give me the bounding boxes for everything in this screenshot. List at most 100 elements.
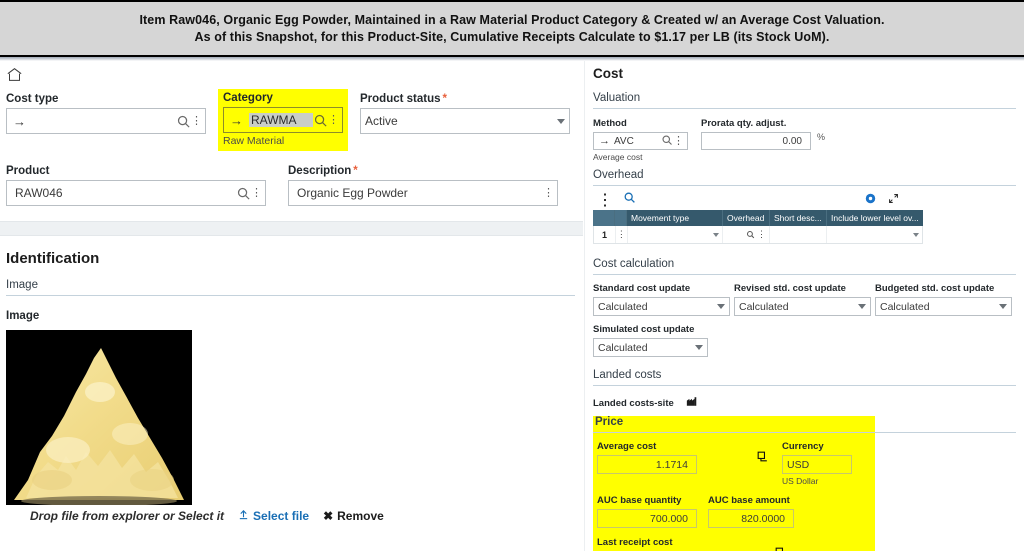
factory-icon[interactable] — [686, 394, 698, 412]
field-last-receipt-cost: Last receipt cost 1.2500 — [597, 537, 697, 551]
revised-cost-update-value: Calculated — [739, 300, 789, 313]
currency-input[interactable]: USD — [782, 455, 852, 474]
product-label: Product — [6, 165, 50, 177]
auc-base-quantity-value: 700.000 — [650, 512, 688, 525]
kebab-icon[interactable]: ⋮ — [191, 115, 202, 126]
cell-short-desc[interactable] — [770, 226, 827, 243]
drop-hint: Drop file from explorer or Select it — [30, 509, 225, 523]
average-cost-label: Average cost — [597, 441, 657, 452]
field-simulated-cost-update: Simulated cost update Calculated — [593, 324, 708, 357]
grid-col-movement-type[interactable]: Movement type — [627, 210, 723, 226]
arrow-right-icon[interactable]: → — [598, 135, 614, 147]
last-receipt-cost-drill-down-icon[interactable] — [775, 545, 786, 551]
field-product: Product RAW046 ⋮ — [6, 165, 266, 206]
prorata-unit: % — [817, 132, 826, 142]
product-status-select[interactable]: Active — [360, 108, 570, 134]
product-detail-panel: Cost type → ⋮ Category → RAWMA ⋮ Raw Mat… — [0, 61, 583, 551]
field-cost-type: Cost type → ⋮ — [6, 93, 206, 134]
cost-panel: Cost Valuation Method → AVC ⋮ Average co… — [584, 61, 1024, 551]
kebab-icon[interactable]: ⋮ — [328, 114, 339, 125]
field-budgeted-cost-update: Budgeted std. cost update Calculated — [875, 283, 1012, 316]
category-input[interactable]: → RAWMA ⋮ — [223, 107, 343, 133]
search-icon[interactable] — [623, 191, 636, 209]
category-label: Category — [223, 92, 273, 104]
grid-col-include-lower[interactable]: Include lower level ov... — [827, 210, 923, 226]
search-icon[interactable] — [176, 114, 191, 129]
remove-button[interactable]: ✖ Remove — [323, 509, 384, 523]
price-row-2: AUC base quantity 700.000 AUC base amoun… — [593, 495, 1016, 528]
identification-title: Identification — [6, 250, 100, 267]
simulated-cost-update-value: Calculated — [598, 341, 648, 354]
chevron-down-icon[interactable] — [695, 345, 703, 350]
revised-cost-update-select[interactable]: Calculated — [734, 297, 871, 316]
table-row[interactable]: 1 ⋮ ⋮ — [593, 226, 923, 244]
cell-include-lower[interactable] — [827, 226, 922, 243]
expand-icon[interactable] — [888, 191, 899, 209]
form-row-2: Product RAW046 ⋮ Description * Organic E… — [0, 163, 583, 206]
auc-base-amount-input[interactable]: 820.0000 — [708, 509, 794, 528]
method-note: Average cost — [593, 152, 643, 162]
annotation-banner: Item Raw046, Organic Egg Powder, Maintai… — [0, 0, 1024, 57]
section-divider — [0, 221, 583, 236]
kebab-icon[interactable]: ⋮ — [543, 187, 554, 198]
field-standard-cost-update: Standard cost update Calculated — [593, 283, 730, 316]
overhead-section-label: Overhead — [593, 169, 1016, 186]
method-label: Method — [593, 118, 627, 129]
form-row-1: Cost type → ⋮ Category → RAWMA ⋮ Raw Mat… — [0, 89, 583, 151]
grid-col-select — [593, 210, 615, 226]
prorata-input[interactable]: 0.00 — [701, 132, 811, 150]
kebab-icon[interactable]: ⋮ — [617, 229, 626, 240]
file-drop-row: Drop file from explorer or Select it Sel… — [6, 509, 577, 523]
image-field-label: Image — [6, 310, 40, 322]
simulated-cost-update-select[interactable]: Calculated — [593, 338, 708, 357]
chevron-down-icon[interactable] — [557, 118, 565, 124]
prorata-label: Prorata qty. adjust. — [701, 118, 787, 129]
field-description: Description * Organic Egg Powder ⋮ — [288, 165, 558, 206]
kebab-icon[interactable]: ⋮ — [251, 187, 262, 198]
cell-overhead[interactable]: ⋮ — [723, 226, 770, 243]
chevron-down-icon[interactable] — [713, 232, 720, 237]
search-icon[interactable] — [236, 186, 251, 201]
cell-movement-type[interactable] — [628, 226, 724, 243]
budgeted-cost-update-select[interactable]: Calculated — [875, 297, 1012, 316]
arrow-right-icon[interactable]: → — [228, 113, 249, 128]
category-note: Raw Material — [223, 135, 285, 147]
chevron-down-icon[interactable] — [858, 304, 866, 309]
required-marker: * — [442, 93, 447, 105]
chevron-down-icon[interactable] — [717, 304, 725, 309]
home-icon[interactable] — [6, 67, 23, 82]
auc-base-amount-value: 820.0000 — [741, 512, 785, 525]
chevron-down-icon[interactable] — [912, 232, 919, 237]
cost-type-label: Cost type — [6, 93, 59, 105]
search-icon[interactable] — [661, 134, 673, 149]
kebab-icon[interactable]: ⋮ — [673, 135, 684, 146]
row-number: 1 — [594, 226, 616, 243]
cost-type-input[interactable]: → ⋮ — [6, 108, 206, 134]
auc-base-quantity-input[interactable]: 700.000 — [597, 509, 697, 528]
chevron-down-icon[interactable] — [999, 304, 1007, 309]
budgeted-cost-update-value: Calculated — [880, 300, 930, 313]
field-revised-cost-update: Revised std. cost update Calculated — [734, 283, 871, 316]
valuation-row: Method → AVC ⋮ Average cost Prorata qty.… — [593, 118, 1016, 162]
select-file-button[interactable]: Select file — [238, 509, 309, 523]
budgeted-cost-update-label: Budgeted std. cost update — [875, 283, 995, 294]
kebab-icon[interactable]: ⋮ — [597, 190, 613, 210]
screenshot-root: Item Raw046, Organic Egg Powder, Maintai… — [0, 0, 1024, 551]
grid-col-short-desc[interactable]: Short desc... — [770, 210, 827, 226]
product-status-label: Product status * — [360, 93, 447, 105]
product-input[interactable]: RAW046 ⋮ — [6, 180, 266, 206]
standard-cost-update-select[interactable]: Calculated — [593, 297, 730, 316]
settings-gear-icon[interactable] — [865, 191, 876, 209]
search-icon[interactable] — [313, 113, 328, 128]
average-cost-drill-down-icon[interactable] — [757, 449, 768, 486]
method-input[interactable]: → AVC ⋮ — [593, 132, 688, 150]
kebab-icon[interactable]: ⋮ — [757, 229, 766, 240]
currency-value: USD — [787, 458, 810, 471]
upload-icon — [238, 509, 249, 523]
average-cost-input[interactable]: 1.1714 — [597, 455, 697, 474]
description-input[interactable]: Organic Egg Powder ⋮ — [288, 180, 558, 206]
arrow-right-icon[interactable]: → — [11, 114, 32, 129]
field-average-cost: Average cost 1.1714 — [597, 441, 697, 486]
simulated-cost-update-label: Simulated cost update — [593, 324, 695, 335]
grid-col-overhead[interactable]: Overhead — [723, 210, 770, 226]
